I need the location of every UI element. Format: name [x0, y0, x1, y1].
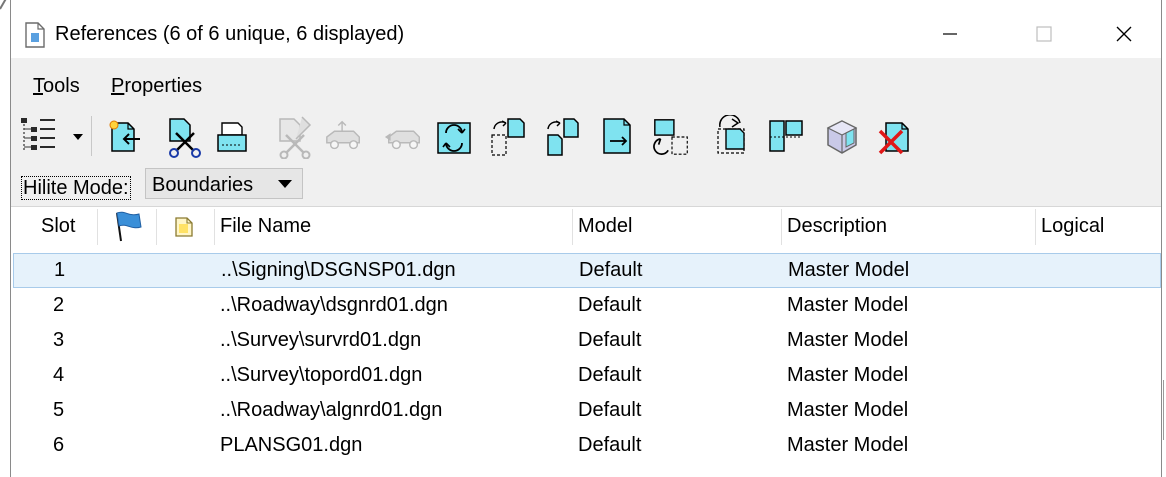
column-divider[interactable]	[156, 209, 157, 245]
cell-description: Master Model	[787, 434, 909, 456]
background-left-edge	[0, 0, 10, 477]
menu-bar: Tools Properties	[11, 58, 1161, 106]
cell-model: Default	[578, 434, 642, 456]
column-divider[interactable]	[214, 209, 215, 245]
cell-file-name: ..\Signing\DSGNSP01.dgn	[221, 259, 456, 281]
delete-clip-icon[interactable]	[873, 114, 915, 160]
cell-slot: 4	[53, 364, 65, 386]
mirror-horizontal-icon[interactable]	[541, 114, 583, 160]
table-header: Slot File Name Model Description Logical	[11, 207, 1161, 247]
column-header-logical[interactable]: Logical	[1041, 207, 1104, 247]
cell-description: Master Model	[787, 364, 909, 386]
tree-list-icon[interactable]	[17, 114, 89, 160]
chevron-down-icon	[278, 180, 292, 188]
mirror-vertical-icon[interactable]	[597, 114, 639, 160]
clip-front-icon[interactable]	[765, 114, 807, 160]
clip-boundary-icon[interactable]	[651, 114, 693, 160]
clip-mask-icon[interactable]	[711, 114, 753, 160]
cell-slot: 1	[54, 259, 66, 281]
document-icon	[25, 22, 45, 48]
cell-slot: 2	[53, 294, 65, 316]
column-header-model[interactable]: Model	[578, 207, 632, 247]
cell-slot: 6	[53, 434, 65, 456]
cell-model: Default	[579, 259, 643, 281]
maximize-icon[interactable]	[1021, 18, 1067, 50]
column-header-file-name[interactable]: File Name	[220, 207, 311, 247]
minimize-icon[interactable]	[927, 18, 973, 50]
copy-reference-icon[interactable]	[383, 114, 425, 160]
file-column-icon-header[interactable]	[173, 213, 195, 253]
background-decoration	[0, 0, 7, 10]
menu-properties[interactable]: Properties	[111, 75, 202, 98]
menu-tools[interactable]: Tools	[33, 75, 80, 98]
cell-model: Default	[578, 364, 642, 386]
column-divider[interactable]	[1035, 209, 1036, 245]
table-row[interactable]: 4 ..\Survey\topord01.dgn Default Master …	[13, 359, 1161, 394]
cell-model: Default	[578, 399, 642, 421]
cell-description: Master Model	[787, 329, 909, 351]
detach-reference-icon[interactable]	[163, 114, 205, 160]
cell-description: Master Model	[788, 259, 910, 281]
column-header-slot[interactable]: Slot	[41, 207, 75, 247]
cell-description: Master Model	[787, 294, 909, 316]
hilite-mode-select[interactable]: Boundaries	[145, 168, 303, 199]
toolbar-separator	[91, 116, 92, 156]
column-header-description[interactable]: Description	[787, 207, 887, 247]
attach-reference-icon[interactable]	[103, 114, 145, 160]
cell-file-name: ..\Roadway\algnrd01.dgn	[220, 399, 443, 421]
cell-file-name: PLANSG01.dgn	[220, 434, 363, 456]
cell-slot: 3	[53, 329, 65, 351]
table-row[interactable]: 1 ..\Signing\DSGNSP01.dgn Default Master…	[13, 253, 1161, 288]
cell-slot: 5	[53, 399, 65, 421]
rotate-reference-icon[interactable]	[433, 114, 475, 160]
table-row[interactable]: 6 PLANSG01.dgn Default Master Model	[13, 429, 1161, 464]
reload-reference-icon[interactable]	[211, 114, 253, 160]
scale-reference-icon[interactable]	[487, 114, 529, 160]
table-row[interactable]: 2 ..\Roadway\dsgnrd01.dgn Default Master…	[13, 289, 1161, 324]
cell-model: Default	[578, 329, 642, 351]
cell-model: Default	[578, 294, 642, 316]
3d-reference-icon[interactable]	[821, 114, 863, 160]
background-decoration	[1163, 380, 1164, 440]
file-icon	[175, 217, 193, 237]
cell-file-name: ..\Survey\topord01.dgn	[220, 364, 423, 386]
references-window: References (6 of 6 unique, 6 displayed) …	[10, 0, 1162, 477]
flag-column-header[interactable]	[111, 209, 143, 249]
hilite-mode-row: Hilite Mode: Boundaries	[11, 164, 1161, 206]
cell-file-name: ..\Survey\survrd01.dgn	[220, 329, 422, 351]
cell-file-name: ..\Roadway\dsgnrd01.dgn	[220, 294, 448, 316]
cell-description: Master Model	[787, 399, 909, 421]
column-divider[interactable]	[572, 209, 573, 245]
move-reference-icon[interactable]	[323, 114, 365, 160]
close-icon[interactable]	[1101, 18, 1147, 50]
hilite-mode-label: Hilite Mode:	[21, 176, 131, 200]
table-row[interactable]: 3 ..\Survey\survrd01.dgn Default Master …	[13, 324, 1161, 359]
hilite-mode-value: Boundaries	[152, 174, 254, 196]
window-title: References (6 of 6 unique, 6 displayed)	[55, 23, 405, 45]
toolbar	[11, 106, 1161, 164]
cut-reference-icon[interactable]	[273, 114, 315, 160]
title-bar[interactable]: References (6 of 6 unique, 6 displayed)	[11, 0, 1161, 58]
background-right-edge	[1162, 0, 1166, 477]
table-row[interactable]: 5 ..\Roadway\algnrd01.dgn Default Master…	[13, 394, 1161, 429]
flag-icon	[116, 211, 142, 242]
references-table: Slot File Name Model Description Logical…	[11, 206, 1161, 477]
column-divider[interactable]	[781, 209, 782, 245]
column-divider[interactable]	[97, 209, 98, 245]
